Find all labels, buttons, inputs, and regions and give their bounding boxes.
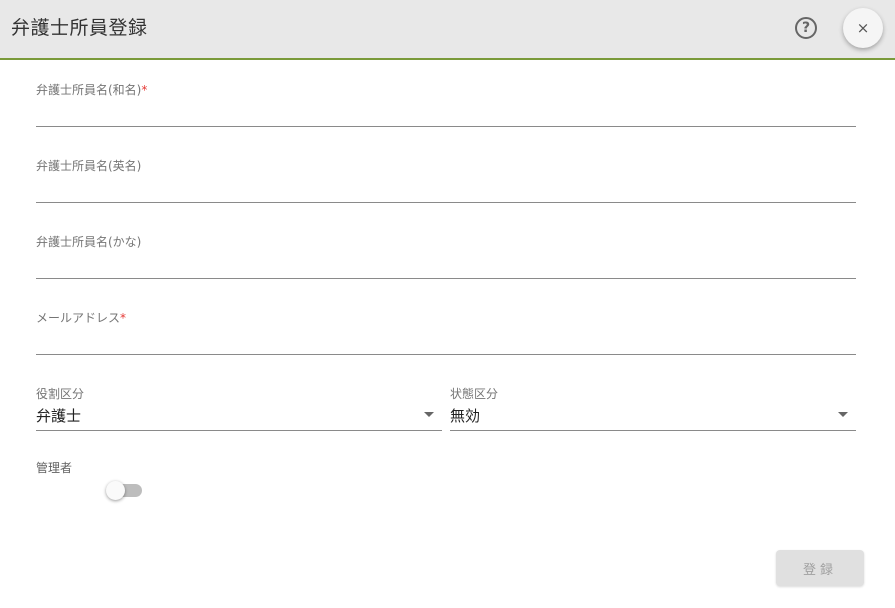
email-input[interactable] — [36, 330, 856, 352]
required-mark: * — [141, 83, 148, 97]
caret-down-icon — [424, 412, 434, 417]
admin-toggle[interactable] — [106, 481, 142, 500]
role-value: 弁護士 — [36, 407, 82, 425]
help-icon[interactable]: ? — [795, 17, 817, 39]
dialog-header: 弁護士所員登録 ? × — [0, 0, 895, 60]
name-en-label: 弁護士所員名(英名) — [36, 159, 142, 173]
role-select[interactable]: 役割区分 弁護士 — [36, 385, 442, 431]
name-ja-label: 弁護士所員名(和名)* — [36, 83, 148, 97]
name-ja-field: 弁護士所員名(和名)* — [36, 81, 856, 127]
register-button[interactable]: 登録 — [776, 550, 864, 586]
email-field: メールアドレス* — [36, 309, 856, 355]
name-kana-input[interactable] — [36, 254, 856, 276]
name-kana-label: 弁護士所員名(かな) — [36, 235, 142, 249]
email-label: メールアドレス* — [36, 311, 127, 325]
status-label: 状態区分 — [450, 387, 499, 401]
admin-label: 管理者 — [36, 461, 73, 475]
toggle-thumb — [106, 481, 125, 500]
required-mark: * — [120, 311, 127, 325]
close-button[interactable]: × — [843, 8, 883, 48]
caret-down-icon — [838, 412, 848, 417]
name-ja-input[interactable] — [36, 102, 856, 124]
name-kana-field: 弁護士所員名(かな) — [36, 233, 856, 279]
close-icon: × — [856, 19, 870, 37]
status-select[interactable]: 状態区分 無効 — [450, 385, 856, 431]
status-value: 無効 — [450, 407, 481, 425]
name-en-field: 弁護士所員名(英名) — [36, 157, 856, 203]
dialog-title: 弁護士所員登録 — [11, 17, 148, 39]
role-label: 役割区分 — [36, 387, 85, 401]
name-en-input[interactable] — [36, 178, 856, 200]
